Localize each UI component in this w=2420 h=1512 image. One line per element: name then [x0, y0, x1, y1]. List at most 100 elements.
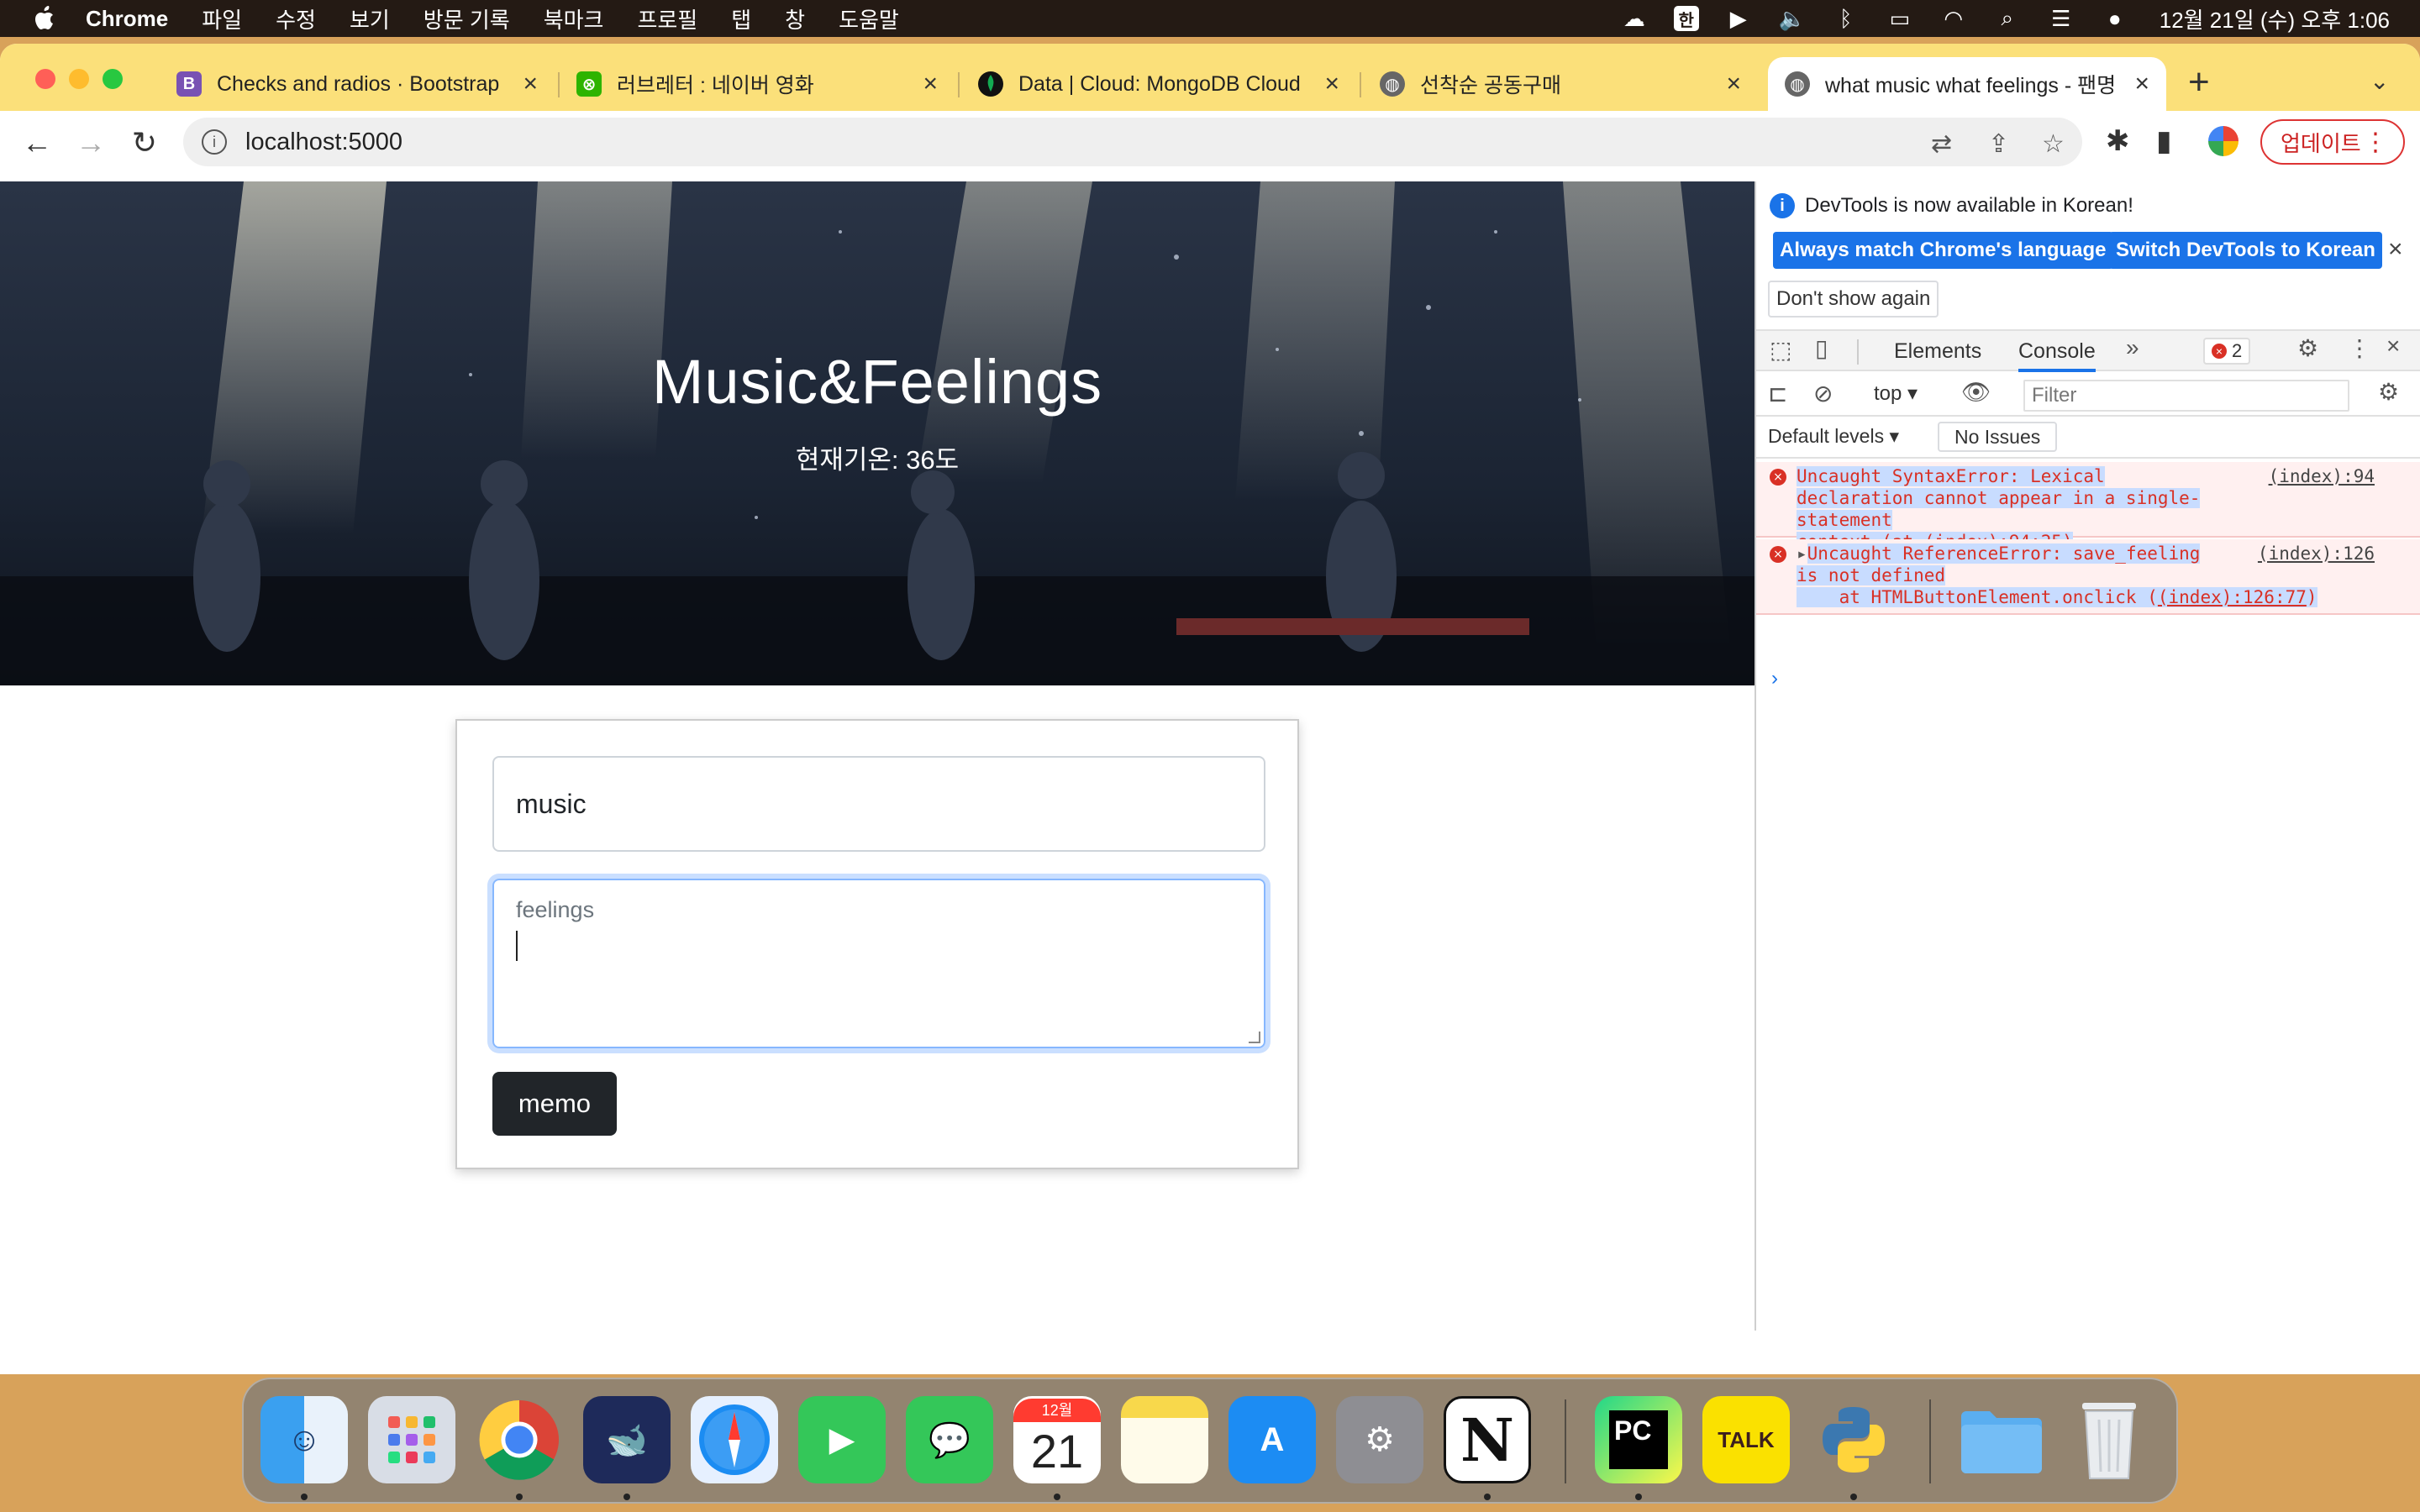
safari-icon[interactable] [691, 1396, 778, 1483]
always-match-language-button[interactable]: Always match Chrome's language [1773, 232, 2113, 269]
switch-to-korean-button[interactable]: Switch DevTools to Korean [2109, 232, 2382, 269]
close-devtools-icon[interactable]: × [2386, 333, 2400, 360]
tab-bootstrap[interactable]: B Checks and radios · Bootstrap × [176, 57, 555, 111]
tab-console[interactable]: Console [2018, 339, 2096, 372]
console-filter-input[interactable]: Filter [2023, 380, 2349, 412]
close-tab-icon[interactable]: × [1726, 70, 1741, 98]
new-tab-button[interactable]: + [2188, 64, 2210, 101]
clear-console-icon[interactable]: ⊘ [1813, 380, 1833, 407]
text-caret [516, 931, 518, 961]
zoom-window-button[interactable] [103, 69, 123, 89]
menu-help[interactable]: 도움말 [839, 3, 899, 34]
menu-tab[interactable]: 탭 [731, 3, 751, 34]
battery-icon[interactable]: ▭ [1886, 6, 1914, 31]
wifi-icon[interactable]: ◠ [1939, 6, 1968, 31]
dont-show-again-button[interactable]: Don't show again [1768, 281, 1939, 318]
kakaotalk-icon[interactable]: TALK [1702, 1396, 1790, 1483]
facetime-icon[interactable]: ▶ [798, 1396, 886, 1483]
console-error-row[interactable]: × Uncaught SyntaxError: Lexical declarat… [1756, 462, 2420, 552]
profile-avatar-icon[interactable] [2208, 126, 2238, 156]
launchpad-icon[interactable] [368, 1396, 455, 1483]
chrome-icon[interactable] [476, 1396, 563, 1483]
error-source-link[interactable]: (index):126 [2258, 543, 2375, 564]
close-banner-icon[interactable]: × [2388, 235, 2403, 264]
menu-file[interactable]: 파일 [202, 3, 242, 34]
close-window-button[interactable] [35, 69, 55, 89]
resize-handle[interactable] [1249, 1032, 1260, 1043]
forward-button[interactable]: → [72, 124, 109, 161]
system-preferences-icon[interactable]: ⚙ [1336, 1396, 1423, 1483]
inspect-element-icon[interactable]: ⬚ [1770, 336, 1791, 364]
address-bar[interactable]: i localhost:5000 ⇄ ⇪ ☆ [183, 118, 2082, 166]
tab-music-feelings[interactable]: ◍ what music what feelings - 팬명 × [1768, 57, 2166, 111]
menu-profiles[interactable]: 프로필 [637, 3, 697, 34]
tab-group-buy[interactable]: ◍ 선착순 공동구매 × [1380, 57, 1758, 111]
update-chrome-button[interactable]: 업데이트 ⋮ [2260, 119, 2405, 165]
apple-icon[interactable] [34, 6, 57, 31]
feelings-textarea[interactable]: feelings [492, 879, 1265, 1048]
input-source-icon[interactable]: 한 [1673, 6, 1699, 31]
bluetooth-icon[interactable]: ᛒ [1832, 6, 1860, 31]
memo-button[interactable]: memo [492, 1072, 617, 1136]
console-error-row[interactable]: × ▸Uncaught ReferenceError: save_feeling… [1756, 539, 2420, 615]
python-launcher-icon[interactable] [1810, 1396, 1897, 1483]
folder-icon[interactable] [1958, 1396, 2045, 1483]
notion-icon[interactable]: N [1444, 1396, 1531, 1483]
control-center-icon[interactable]: ☰ [2047, 6, 2075, 31]
close-tab-icon[interactable]: × [523, 70, 538, 98]
notes-icon[interactable] [1121, 1396, 1208, 1483]
site-info-icon[interactable]: i [202, 129, 227, 155]
spotlight-search-icon[interactable]: ⌕ [1993, 5, 2022, 31]
menu-app-name[interactable]: Chrome [86, 6, 168, 32]
tab-search-chevron-icon[interactable]: ⌄ [2370, 67, 2389, 95]
bookmark-star-icon[interactable]: ☆ [2042, 129, 2065, 159]
minimize-window-button[interactable] [69, 69, 89, 89]
siri-icon[interactable]: ● [2101, 6, 2129, 31]
more-tabs-icon[interactable]: » [2126, 334, 2139, 361]
app-store-icon[interactable]: A [1228, 1396, 1316, 1483]
settings-gear-icon[interactable]: ⚙ [2297, 334, 2318, 362]
tab-naver-movie[interactable]: ⊗ 러브레터 : 네이버 영화 × [576, 57, 955, 111]
console-prompt-chevron-icon[interactable]: › [1771, 667, 1778, 690]
pycharm-icon[interactable]: PC [1595, 1396, 1682, 1483]
close-tab-icon[interactable]: × [2134, 70, 2149, 98]
url-text[interactable]: localhost:5000 [245, 129, 402, 156]
menu-history[interactable]: 방문 기록 [424, 3, 510, 34]
finder-icon[interactable]: ☺ [260, 1396, 348, 1483]
creative-cloud-icon[interactable]: ☁ [1620, 6, 1649, 31]
calendar-icon[interactable]: 12월 21 [1013, 1396, 1101, 1483]
translate-icon[interactable]: ⇄ [1931, 129, 1952, 159]
sidebar-toggle-icon[interactable]: ⊏ [1768, 380, 1787, 407]
expand-triangle-icon[interactable]: ▸ [1797, 543, 1807, 564]
close-tab-icon[interactable]: × [1324, 70, 1339, 98]
issues-button[interactable]: No Issues [1938, 422, 2058, 452]
devtools-menu-icon[interactable]: ⋮ [2348, 334, 2371, 362]
more-menu-icon[interactable]: ⋮ [2363, 128, 2388, 157]
error-count-badge[interactable]: × 2 [2203, 338, 2251, 365]
extensions-puzzle-icon[interactable]: ✱ [2106, 124, 2130, 158]
context-selector[interactable]: top ▾ [1874, 381, 1918, 406]
live-expression-eye-icon[interactable]: 👁 [1961, 378, 1991, 406]
log-levels-dropdown[interactable]: Default levels ▾ [1768, 425, 1899, 448]
close-tab-icon[interactable]: × [923, 70, 938, 98]
share-icon[interactable]: ⇪ [1988, 129, 2009, 159]
error-source-link[interactable]: (index):94 [2269, 465, 2375, 487]
tab-elements[interactable]: Elements [1894, 339, 1981, 364]
menu-view[interactable]: 보기 [350, 3, 390, 34]
volume-icon[interactable]: 🔈 [1778, 6, 1807, 31]
play-icon[interactable]: ▶ [1724, 6, 1753, 31]
messages-icon[interactable]: 💬 [906, 1396, 993, 1483]
tab-mongodb[interactable]: Data | Cloud: MongoDB Cloud × [978, 57, 1356, 111]
back-button[interactable]: ← [18, 124, 55, 161]
menu-clock[interactable]: 12월 21일 (수) 오후 1:06 [2160, 3, 2390, 34]
console-settings-gear-icon[interactable]: ⚙ [2378, 378, 2399, 406]
side-panel-icon[interactable]: ▮ [2156, 124, 2172, 158]
menu-bookmarks[interactable]: 북마크 [544, 3, 604, 34]
device-toolbar-icon[interactable]: ▯ [1815, 334, 1828, 362]
trash-icon[interactable] [2065, 1396, 2153, 1483]
menu-edit[interactable]: 수정 [276, 3, 316, 34]
menu-window[interactable]: 창 [785, 3, 805, 34]
reload-button[interactable]: ↻ [126, 124, 163, 161]
whale-browser-icon[interactable]: 🐋 [583, 1396, 671, 1483]
music-input[interactable]: music [492, 756, 1265, 852]
